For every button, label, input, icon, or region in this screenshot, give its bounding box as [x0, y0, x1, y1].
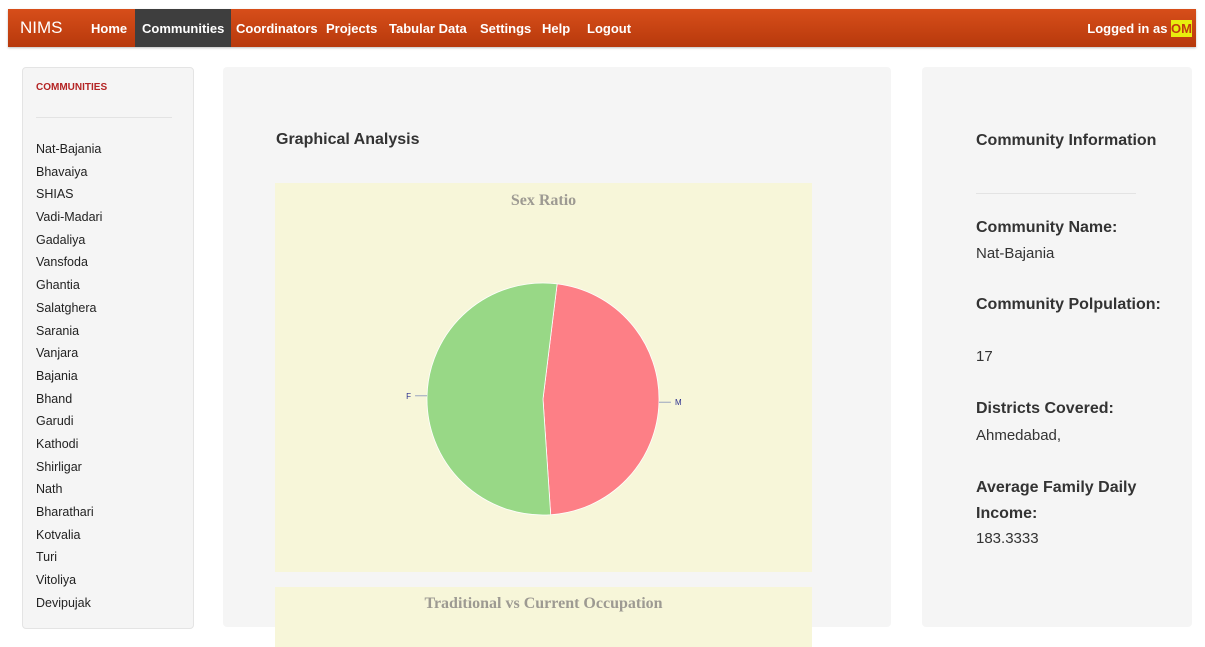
sidebar-item-vansfoda[interactable]: Vansfoda	[36, 254, 102, 277]
logged-in-status: Logged in as OM	[1087, 9, 1192, 47]
nav-help[interactable]: Help	[542, 9, 570, 47]
sidebar-item-bhand[interactable]: Bhand	[36, 391, 102, 414]
chart-title: Sex Ratio	[510, 192, 577, 209]
community-population-value: 17	[976, 348, 993, 365]
sidebar-item-vadi-madari[interactable]: Vadi-Madari	[36, 209, 102, 232]
sidebar-item-ghantia[interactable]: Ghantia	[36, 277, 102, 300]
sex-ratio-pie-chart: MF	[406, 282, 682, 516]
districts-covered-label: Districts Covered:	[976, 400, 1114, 417]
sidebar-item-kathodi[interactable]: Kathodi	[36, 436, 102, 459]
average-income-value: 183.3333	[976, 530, 1039, 547]
user-name: OM	[1171, 20, 1192, 37]
sidebar-item-sarania[interactable]: Sarania	[36, 323, 102, 346]
top-navbar: NIMS Home Communities Coordinators Proje…	[8, 9, 1196, 47]
nav-projects[interactable]: Projects	[326, 9, 377, 47]
brand-logo[interactable]: NIMS	[20, 18, 63, 38]
sidebar-item-nath[interactable]: Nath	[36, 481, 102, 504]
sidebar-divider	[36, 117, 172, 118]
sidebar-item-bhavaiya[interactable]: Bhavaiya	[36, 164, 102, 187]
districts-covered-value: Ahmedabad,	[976, 427, 1062, 444]
occupation-chart-title: Traditional vs Current Occupation	[424, 595, 663, 612]
nav-tabular-data[interactable]: Tabular Data	[389, 9, 467, 47]
logged-in-label: Logged in as	[1087, 21, 1168, 36]
main-panel: Graphical Analysis MF Sex Ratio Traditio…	[223, 67, 891, 647]
pie-slice-f[interactable]	[426, 282, 558, 516]
info-divider	[976, 193, 1136, 194]
sidebar-item-salatghera[interactable]: Salatghera	[36, 300, 102, 323]
community-list: Nat-Bajania Bhavaiya SHIAS Vadi-Madari G…	[36, 141, 102, 617]
sidebar-item-bajania[interactable]: Bajania	[36, 368, 102, 391]
sex-ratio-chart-panel: MF Sex Ratio	[275, 183, 812, 572]
sidebar-item-bharathari[interactable]: Bharathari	[36, 504, 102, 527]
community-name-value: Nat-Bajania	[976, 245, 1055, 262]
occupation-chart-panel: Traditional vs Current Occupation	[275, 587, 812, 647]
sidebar-item-vanjara[interactable]: Vanjara	[36, 345, 102, 368]
community-population-label: Community Polpulation:	[976, 296, 1161, 313]
community-info-panel: Community Information Community Name: Na…	[922, 67, 1192, 627]
sidebar-item-kotvalia[interactable]: Kotvalia	[36, 527, 102, 550]
pie-label-m: M	[675, 398, 682, 407]
average-income-label: Average Family Daily Income:	[976, 479, 1137, 522]
sidebar-item-gadaliya[interactable]: Gadaliya	[36, 232, 102, 255]
sidebar-item-shias[interactable]: SHIAS	[36, 186, 102, 209]
sidebar-item-shirligar[interactable]: Shirligar	[36, 459, 102, 482]
pie-slice-m[interactable]	[542, 283, 660, 516]
community-name-label: Community Name:	[976, 219, 1118, 236]
nav-home[interactable]: Home	[91, 9, 127, 47]
sidebar-item-turi[interactable]: Turi	[36, 549, 102, 572]
nav-settings[interactable]: Settings	[480, 9, 531, 47]
sidebar-heading: COMMUNITIES	[36, 82, 108, 93]
sidebar-item-nat-bajania[interactable]: Nat-Bajania	[36, 141, 102, 164]
nav-logout[interactable]: Logout	[587, 9, 631, 47]
sidebar-item-vitoliya[interactable]: Vitoliya	[36, 572, 102, 595]
communities-sidebar: COMMUNITIES Nat-Bajania Bhavaiya SHIAS V…	[22, 67, 194, 629]
page-title: Graphical Analysis	[276, 131, 420, 148]
sidebar-item-garudi[interactable]: Garudi	[36, 413, 102, 436]
nav-communities[interactable]: Communities	[135, 9, 232, 47]
pie-label-f: F	[406, 392, 411, 401]
sidebar-item-devipujak[interactable]: Devipujak	[36, 595, 102, 618]
nav-coordinators[interactable]: Coordinators	[236, 9, 318, 47]
info-title: Community Information	[976, 132, 1157, 149]
